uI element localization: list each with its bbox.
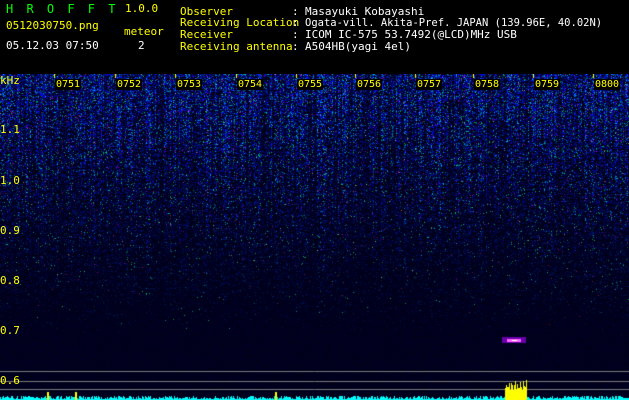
y-tick-label: 0.7 xyxy=(0,324,20,337)
spectrogram-panel xyxy=(0,74,629,400)
x-tick-label: 0758 xyxy=(474,79,501,90)
x-tick-label: 0757 xyxy=(416,79,443,90)
x-tick-label: 0752 xyxy=(116,79,143,90)
x-tick-label: 0754 xyxy=(237,79,264,90)
y-tick-label: 0.8 xyxy=(0,274,20,287)
meteor-count: 2 xyxy=(138,39,145,52)
y-tick-label: 0.6 xyxy=(0,374,20,387)
app-version: 1.0.0 xyxy=(125,2,159,15)
datetime: 05.12.03 07:50 xyxy=(6,39,99,52)
app-title: H R O F F T xyxy=(6,2,119,16)
file-name: 0512030750.png xyxy=(6,19,99,32)
y-tick-label: 1.0 xyxy=(0,174,20,187)
x-tick-label: 0756 xyxy=(356,79,383,90)
x-tick-label: 0800 xyxy=(594,79,621,90)
meteor-label: meteor xyxy=(124,25,164,38)
x-tick-label: 0755 xyxy=(297,79,324,90)
x-tick-label: 0753 xyxy=(176,79,203,90)
y-tick-label: 0.9 xyxy=(0,224,20,237)
antenna-value: A504HB(yagi 4el) xyxy=(305,40,411,53)
x-tick-label: 0759 xyxy=(534,79,561,90)
spectrogram-overlay xyxy=(0,74,629,400)
antenna-label: Receiving antenna xyxy=(180,40,293,53)
y-unit-label: kHz xyxy=(0,74,20,87)
header-panel: H R O F F T 1.0.0 0512030750.png meteor … xyxy=(0,0,629,74)
x-tick-label: 0751 xyxy=(55,79,82,90)
antenna-sep: : xyxy=(292,40,299,53)
y-tick-label: 1.1 xyxy=(0,123,20,136)
